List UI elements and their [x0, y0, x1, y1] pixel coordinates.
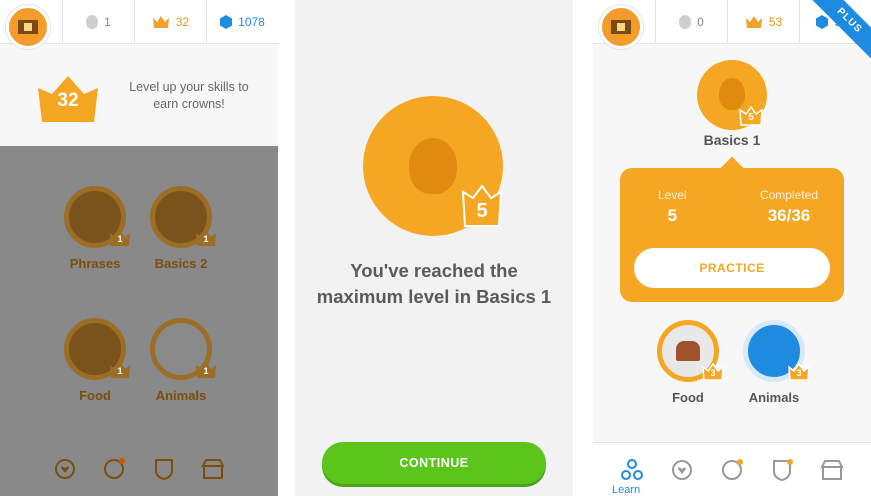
shield-icon[interactable]: [770, 458, 794, 482]
top-bar: 1 32 1078: [0, 0, 278, 49]
nav-learn[interactable]: Learn: [612, 458, 644, 496]
egg-icon: [409, 138, 457, 194]
gem-icon: [220, 14, 233, 29]
practice-heart-icon[interactable]: [53, 457, 77, 481]
level-up-message: Level up your skills to earn crowns!: [129, 80, 249, 111]
skill-animals[interactable]: 3 Animals: [733, 320, 815, 405]
skill-crown-badge: 3: [788, 362, 810, 381]
gems-stat[interactable]: 1078: [206, 0, 278, 43]
crowns-stat[interactable]: 32: [134, 0, 206, 43]
skill-crown-badge: 1: [109, 361, 131, 379]
completed-info: Completed 36/36: [759, 188, 818, 225]
burger-icon: [676, 341, 700, 361]
course-flag-avatar[interactable]: [6, 5, 50, 49]
skill-crown-badge: 1: [195, 229, 217, 247]
course-flag-avatar[interactable]: [599, 5, 643, 49]
skill-crown-badge: 1: [195, 361, 217, 379]
skill-name: Basics 1: [703, 132, 761, 148]
panel-skill-popup: 0 53 501 PLUS 5 Basics 1 Level 5 Complet…: [593, 0, 871, 496]
streak-flame-icon: [86, 14, 99, 29]
panel-max-level: 5 You've reached the maximum level in Ba…: [295, 0, 573, 496]
shop-icon[interactable]: [201, 457, 225, 481]
skill-crown-badge: 3: [702, 362, 724, 381]
crown-icon: [745, 15, 762, 28]
dimmed-overlay[interactable]: 1 Phrases 1 Basics 2 1 Food 1 Animals: [0, 146, 278, 496]
shield-icon[interactable]: [152, 457, 176, 481]
skill-popup: Level 5 Completed 36/36 PRACTICE: [620, 168, 844, 302]
gem-icon: [816, 14, 829, 29]
skill-phrases[interactable]: 1 Phrases: [54, 186, 136, 271]
learn-icon: [621, 458, 643, 480]
skill-basics-2[interactable]: 1 Basics 2: [140, 186, 222, 271]
crowns-total-badge: 32: [36, 74, 100, 124]
continue-button[interactable]: CONTINUE: [322, 442, 546, 484]
shop-icon[interactable]: [820, 458, 844, 482]
skill-food[interactable]: 3 Food: [647, 320, 729, 405]
skill-animals[interactable]: 1 Animals: [140, 318, 222, 403]
streak-flame-icon: [679, 14, 692, 29]
skill-crown-badge: 5: [461, 184, 503, 228]
speech-bubble-icon[interactable]: [720, 458, 744, 482]
skill-crown-badge: 1: [109, 229, 131, 247]
level-info: Level 5: [658, 188, 687, 225]
streak-stat[interactable]: 1: [62, 0, 134, 43]
streak-stat[interactable]: 0: [655, 0, 727, 43]
max-level-message: You've reached the maximum level in Basi…: [316, 260, 552, 307]
skill-food[interactable]: 1 Food: [54, 318, 136, 403]
crown-icon: [152, 15, 169, 28]
skill-crown-badge: 5: [739, 105, 763, 126]
crowns-stat[interactable]: 53: [727, 0, 799, 43]
practice-heart-icon[interactable]: [670, 458, 694, 482]
panel-skill-tree-locked: 1 32 1078 32 Level up your skills to ear…: [0, 0, 278, 496]
bottom-nav: Learn: [593, 442, 871, 496]
practice-button[interactable]: PRACTICE: [634, 248, 830, 288]
bottom-nav: [0, 442, 278, 496]
speech-bubble-icon[interactable]: [102, 457, 126, 481]
